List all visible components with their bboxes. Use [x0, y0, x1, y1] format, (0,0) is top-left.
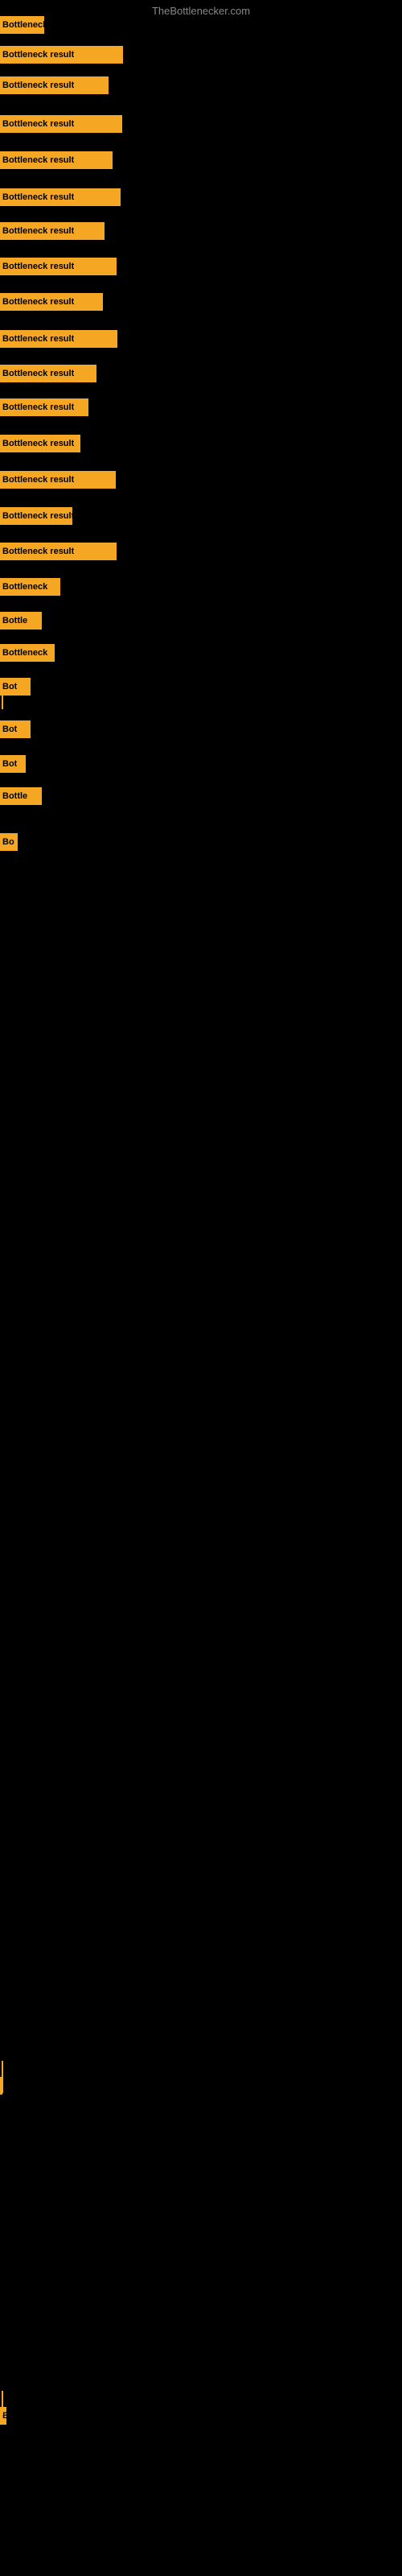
bottleneck-label-21: Bot — [2, 724, 17, 734]
bottleneck-label-4: Bottleneck result — [2, 119, 74, 129]
bottleneck-bar-5: Bottleneck result — [0, 151, 113, 169]
bottleneck-label-13: Bottleneck result — [2, 439, 74, 448]
bottleneck-label-16: Bottleneck result — [2, 547, 74, 556]
bottleneck-label-12: Bottleneck result — [2, 402, 74, 412]
bottleneck-bar-7: Bottleneck result — [0, 222, 105, 240]
bottleneck-label-14: Bottleneck result — [2, 475, 74, 485]
bottleneck-bar-9: Bottleneck result — [0, 293, 103, 311]
bottleneck-label-7: Bottleneck result — [2, 226, 74, 236]
bottleneck-label-8: Bottleneck result — [2, 262, 74, 271]
bottleneck-bar-11: Bottleneck result — [0, 365, 96, 382]
bottleneck-bar-19: Bottleneck — [0, 644, 55, 662]
bottleneck-label-11: Bottleneck result — [2, 369, 74, 378]
bottleneck-label-2: Bottleneck result — [2, 50, 74, 60]
bottleneck-label-1: Bottleneck result — [2, 20, 44, 30]
bottleneck-label-5: Bottleneck result — [2, 155, 74, 165]
bottleneck-bar-21: Bot — [0, 720, 31, 738]
bottleneck-bar-6: Bottleneck result — [0, 188, 121, 206]
bottleneck-bar-24: Bo — [0, 833, 18, 851]
bottleneck-label-19: Bottleneck — [2, 648, 47, 658]
bottleneck-label-23: Bottle — [2, 791, 27, 801]
bottleneck-bar-10: Bottleneck result — [0, 330, 117, 348]
bottleneck-bar-14: Bottleneck result — [0, 471, 116, 489]
bottleneck-label-20: Bot — [2, 682, 17, 691]
bottleneck-label-3: Bottleneck result — [2, 80, 74, 90]
bottleneck-bar-13: Bottleneck result — [0, 435, 80, 452]
bottleneck-label-17: Bottleneck — [2, 582, 47, 592]
bottleneck-bar-3: Bottleneck result — [0, 76, 109, 94]
vertical-line-1 — [2, 695, 3, 709]
bottleneck-bar-17: Bottleneck — [0, 578, 60, 596]
bottleneck-bar-12: Bottleneck result — [0, 398, 88, 416]
bottleneck-label-9: Bottleneck result — [2, 297, 74, 307]
bottleneck-bar-16: Bottleneck result — [0, 543, 117, 560]
bottleneck-bar-22: Bot — [0, 755, 26, 773]
bottleneck-label-10: Bottleneck result — [2, 334, 74, 344]
vertical-line-2 — [2, 2061, 3, 2093]
bottleneck-bar-15: Bottleneck result — [0, 507, 72, 525]
bottleneck-bar-1: Bottleneck result — [0, 16, 44, 34]
bottleneck-label-15: Bottleneck result — [2, 511, 72, 521]
bottleneck-bar-2: Bottleneck result — [0, 46, 123, 64]
bottleneck-bar-18: Bottle — [0, 612, 42, 630]
vertical-line-3 — [2, 2391, 3, 2415]
bottleneck-label-22: Bot — [2, 759, 17, 769]
bottleneck-label-6: Bottleneck result — [2, 192, 74, 202]
bottleneck-bar-23: Bottle — [0, 787, 42, 805]
bottleneck-label-18: Bottle — [2, 616, 27, 625]
site-title: TheBottlenecker.com — [0, 5, 402, 17]
bottleneck-bar-20: Bot — [0, 678, 31, 696]
bottleneck-bar-8: Bottleneck result — [0, 258, 117, 275]
bottleneck-label-24: Bo — [2, 837, 14, 847]
bottleneck-bar-4: Bottleneck result — [0, 115, 122, 133]
